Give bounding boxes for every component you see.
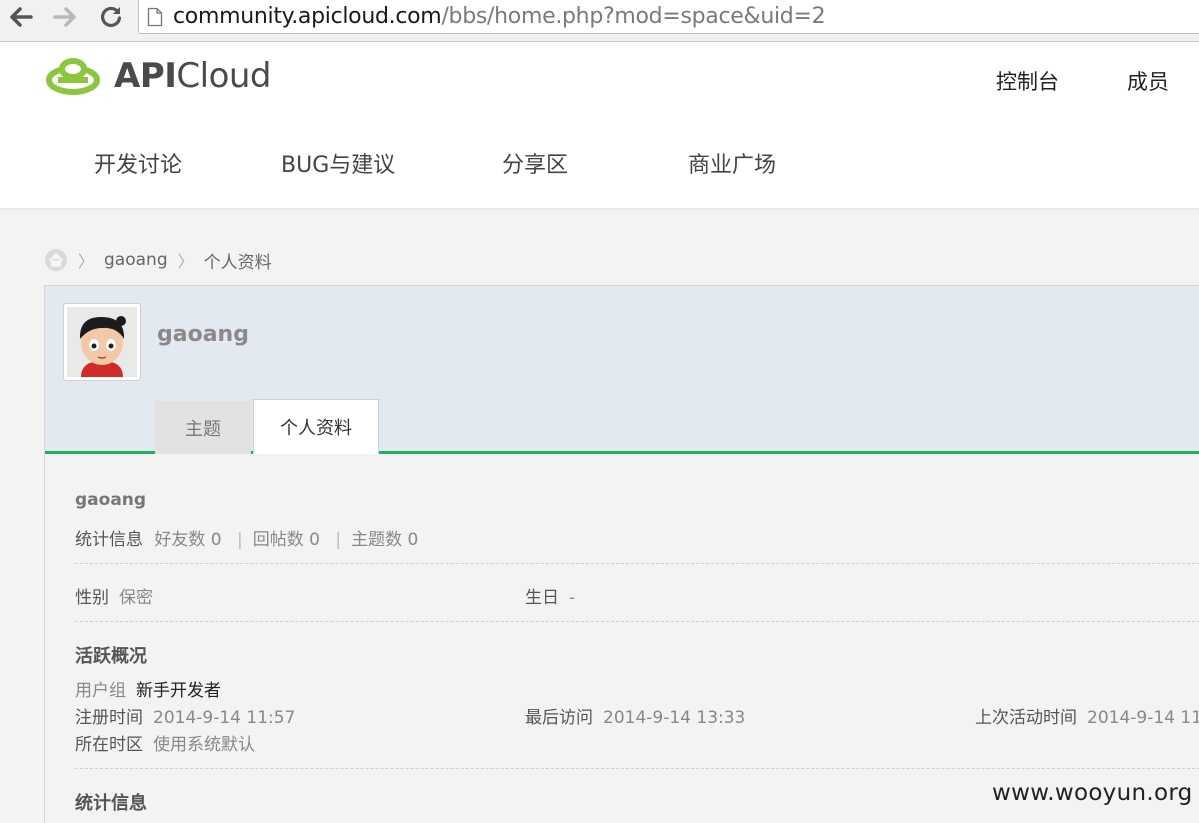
- logo-text: APICloud: [114, 56, 272, 96]
- timezone-label: 所在时区: [75, 735, 143, 755]
- register-time-row: 注册时间 2014-9-14 11:57: [75, 703, 295, 728]
- divider: [75, 768, 1199, 769]
- url-text: community.apicloud.com/bbs/home.php?mod=…: [173, 4, 826, 29]
- usergroup-label: 用户组: [75, 681, 126, 701]
- tab-topics[interactable]: 主题: [155, 401, 251, 454]
- last-active-label: 上次活动时间: [975, 708, 1077, 728]
- crumb-separator: 〉: [78, 252, 95, 271]
- page-icon: [147, 7, 163, 26]
- last-visit-value: 2014-9-14 13:33: [603, 708, 746, 728]
- site-header: APICloud 控制台 成员 开发讨论 BUG与建议 分享区 商业广场: [0, 42, 1199, 208]
- separator: |: [237, 530, 243, 550]
- stats-label: 统计信息: [75, 530, 143, 550]
- gender-row: 性别 保密: [75, 583, 153, 608]
- stats-section-title: 统计信息: [75, 793, 147, 814]
- crumb-current: 个人资料: [203, 252, 272, 273]
- breadcrumb: 〉 gaoang 〉 个人资料: [44, 246, 272, 274]
- reload-icon: [100, 6, 122, 28]
- logo[interactable]: APICloud: [44, 56, 272, 96]
- crumb-separator: 〉: [177, 252, 194, 271]
- nav-bug-suggestions[interactable]: BUG与建议: [281, 147, 395, 179]
- browser-toolbar: community.apicloud.com/bbs/home.php?mod=…: [0, 0, 1199, 42]
- summary-stats: 统计信息 好友数 0 | 回帖数 0 | 主题数 0: [75, 525, 418, 550]
- cloud-logo-icon: [46, 58, 100, 95]
- birthday-value: -: [569, 588, 576, 608]
- home-icon[interactable]: [44, 248, 68, 272]
- birthday-row: 生日 -: [525, 583, 575, 608]
- console-link[interactable]: 控制台: [996, 66, 1059, 96]
- replies-count-link[interactable]: 回帖数 0: [253, 530, 320, 550]
- divider: [75, 563, 1199, 564]
- register-time-value: 2014-9-14 11:57: [153, 708, 296, 728]
- avatar[interactable]: [63, 303, 141, 381]
- timezone-row: 所在时区 使用系统默认: [75, 730, 255, 755]
- register-time-label: 注册时间: [75, 708, 143, 728]
- gender-label: 性别: [75, 588, 109, 608]
- nav-business[interactable]: 商业广场: [688, 147, 776, 179]
- tab-profile[interactable]: 个人资料: [253, 399, 379, 454]
- separator: |: [335, 530, 342, 550]
- last-visit-label: 最后访问: [525, 708, 593, 728]
- last-active-value: 2014-9-14 11:: [1087, 708, 1199, 728]
- timezone-value: 使用系统默认: [153, 735, 255, 755]
- friends-count-link[interactable]: 好友数 0: [154, 530, 221, 550]
- crumb-user[interactable]: gaoang: [104, 250, 168, 270]
- members-link[interactable]: 成员: [1127, 66, 1169, 96]
- arrow-left-icon: [10, 7, 33, 27]
- forward-button[interactable]: [50, 4, 80, 30]
- divider: [75, 621, 1199, 622]
- watermark: www.wooyun.org: [992, 780, 1193, 806]
- address-bar[interactable]: community.apicloud.com/bbs/home.php?mod=…: [138, 0, 1199, 34]
- back-button[interactable]: [6, 4, 36, 30]
- profile-username: gaoang: [157, 322, 249, 347]
- gender-value: 保密: [119, 588, 153, 608]
- avatar-image: [67, 307, 137, 377]
- profile-panel: gaoang 主题 个人资料 gaoang 统计信息 好友数 0 | 回帖数 0 …: [44, 285, 1199, 823]
- topics-count-link[interactable]: 主题数 0: [351, 530, 418, 550]
- activity-title: 活跃概况: [75, 646, 147, 667]
- summary-username: gaoang: [75, 490, 147, 510]
- nav-dev-discussion[interactable]: 开发讨论: [94, 147, 182, 179]
- last-active-row: 上次活动时间 2014-9-14 11:: [975, 703, 1199, 728]
- usergroup-link[interactable]: 新手开发者: [136, 681, 221, 701]
- birthday-label: 生日: [525, 588, 559, 608]
- reload-button[interactable]: [96, 4, 126, 30]
- last-visit-row: 最后访问 2014-9-14 13:33: [525, 703, 745, 728]
- arrow-right-icon: [53, 7, 76, 27]
- profile-header: gaoang 主题 个人资料: [45, 286, 1199, 454]
- usergroup-row: 用户组 新手开发者: [75, 676, 221, 701]
- nav-share[interactable]: 分享区: [502, 147, 568, 179]
